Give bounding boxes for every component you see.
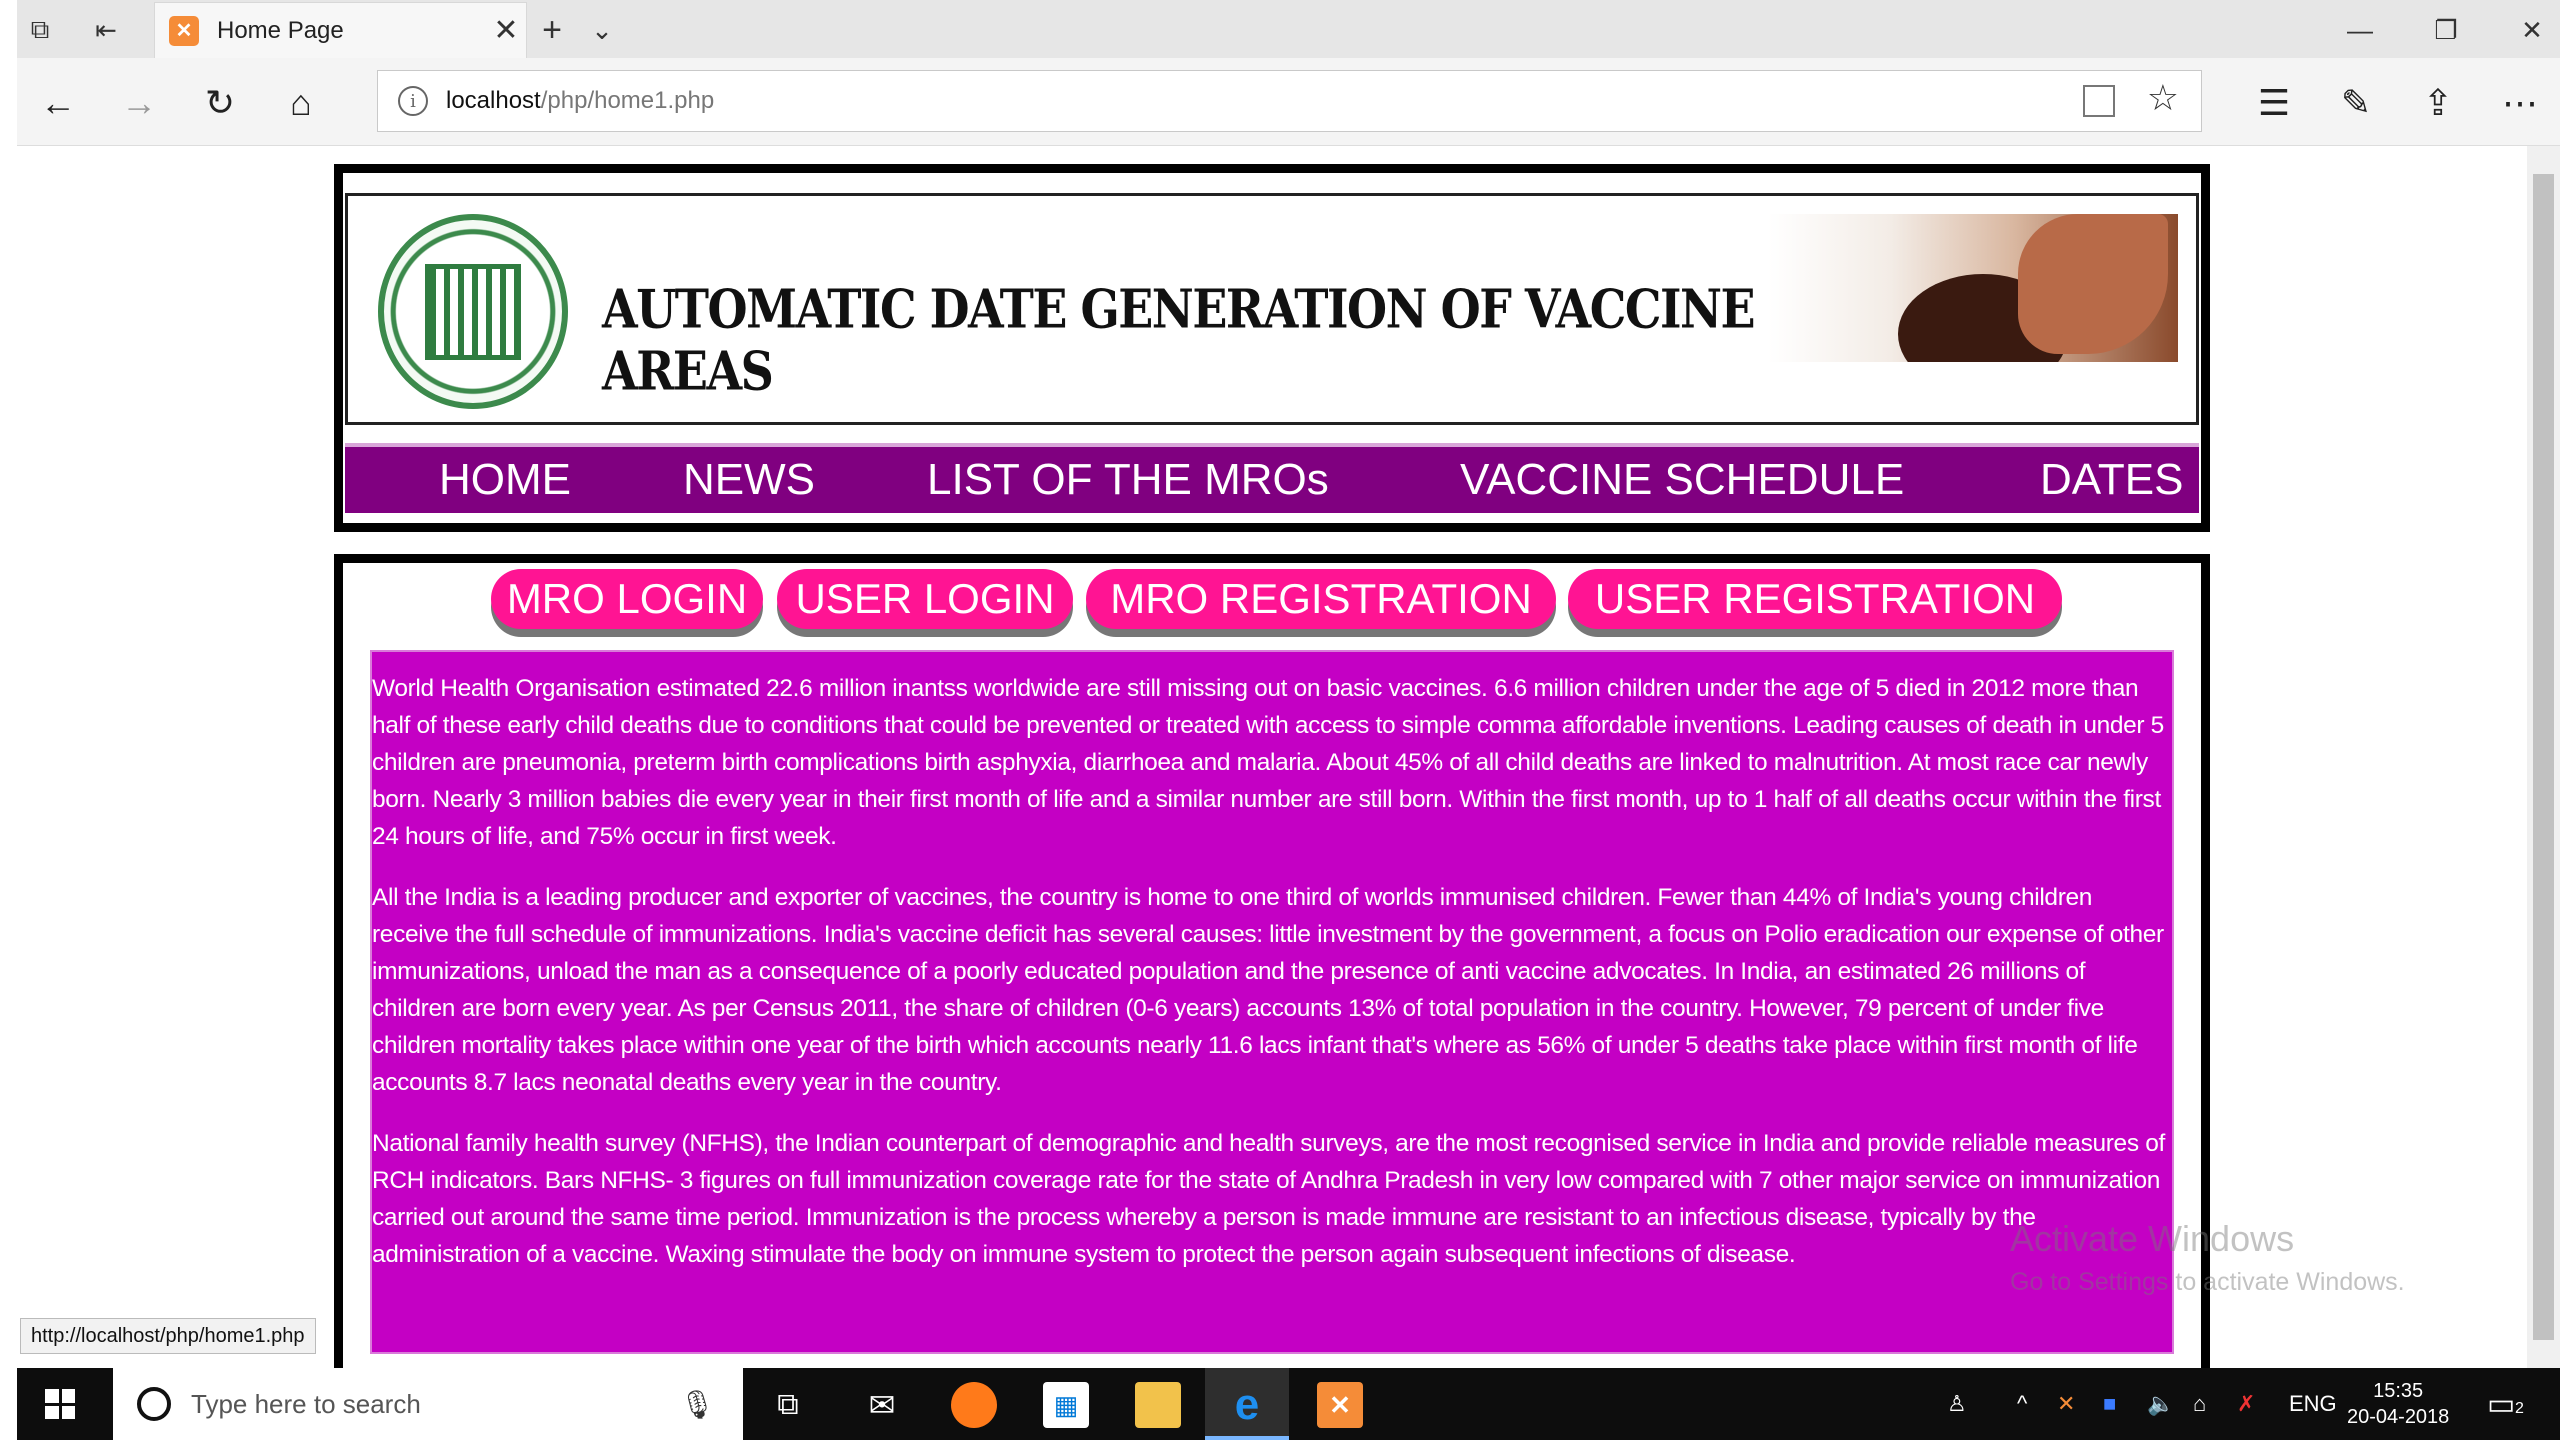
- nav-home[interactable]: HOME: [439, 447, 571, 513]
- notification-count: 2: [2515, 1400, 2524, 1417]
- tab-close-icon[interactable]: ✕: [486, 13, 526, 48]
- nav-dates[interactable]: DATES: [2040, 447, 2183, 513]
- forward-icon[interactable]: →: [112, 76, 166, 130]
- watermark-title: Activate Windows: [2010, 1218, 2295, 1259]
- store-icon[interactable]: ▦: [1043, 1382, 1089, 1428]
- file-explorer-icon[interactable]: [1135, 1382, 1181, 1428]
- tray-app-icon[interactable]: ■: [2103, 1368, 2116, 1440]
- show-hidden-icons-icon[interactable]: ^: [2017, 1368, 2027, 1440]
- taskbar-search[interactable]: Type here to search 🎙: [113, 1368, 743, 1440]
- main-nav: HOME NEWS LIST OF THE MROs VACCINE SCHED…: [345, 443, 2199, 513]
- taskbar: Type here to search 🎙 ⧉ ✉ ▦ e ✕ ♙ ^ ✕ ■ …: [17, 1368, 2560, 1440]
- address-bar[interactable]: i localhost/php/home1.php ☆: [377, 70, 2202, 132]
- status-url: http://localhost/php/home1.php: [20, 1318, 316, 1354]
- search-placeholder: Type here to search: [191, 1388, 421, 1419]
- content-panel: MRO LOGIN USER LOGIN MRO REGISTRATION US…: [334, 554, 2210, 1368]
- tab-actions-icon[interactable]: ⧉: [17, 10, 63, 50]
- favorites-icon[interactable]: ☰: [2247, 76, 2301, 130]
- mro-login-button[interactable]: MRO LOGIN: [491, 569, 763, 629]
- volume-icon[interactable]: 🔈: [2147, 1368, 2174, 1440]
- watermark-subtitle: Go to Settings to activate Windows.: [2010, 1268, 2405, 1296]
- nav-news[interactable]: NEWS: [683, 447, 815, 513]
- hand-image: [2018, 214, 2168, 354]
- xampp-icon: ✕: [169, 15, 199, 46]
- article-text: World Health Organisation estimated 22.6…: [370, 650, 2174, 1354]
- back-icon[interactable]: ←: [31, 76, 85, 130]
- favorite-star-icon[interactable]: ☆: [2147, 77, 2179, 119]
- xampp-tray-icon[interactable]: ✕: [2057, 1368, 2075, 1440]
- user-registration-button[interactable]: USER REGISTRATION: [1568, 569, 2062, 629]
- vaccine-banner-image: [1768, 214, 2178, 362]
- mail-icon[interactable]: ✉: [859, 1382, 905, 1428]
- screen: ⧉ ⇤ ✕ Home Page ✕ + ⌄ — ❐ ✕ ← → ↻ ⌂ i lo…: [0, 0, 2560, 1440]
- microphone-icon[interactable]: 🎙: [679, 1388, 715, 1421]
- activate-windows-watermark: Activate Windows Go to Settings to activ…: [2010, 1218, 2405, 1297]
- tab-home-page[interactable]: ✕ Home Page ✕: [154, 2, 527, 58]
- start-button[interactable]: [17, 1368, 103, 1440]
- nav-vaccine-schedule[interactable]: VACCINE SCHEDULE: [1460, 447, 1904, 513]
- scrollbar-thumb[interactable]: [2533, 174, 2554, 1340]
- chevron-down-icon[interactable]: ⌄: [579, 10, 625, 50]
- paragraph-2: All the India is a leading producer and …: [372, 884, 2164, 1096]
- reading-view-icon[interactable]: [2083, 85, 2115, 117]
- clock[interactable]: 15:35 20-04-2018: [2347, 1378, 2449, 1430]
- address-host: localhost: [446, 87, 541, 114]
- action-center-icon[interactable]: ▭: [2487, 1368, 2515, 1440]
- windows-icon: [45, 1389, 75, 1419]
- browser-tab-bar: ⧉ ⇤ ✕ Home Page ✕ + ⌄ — ❐ ✕: [17, 0, 2560, 58]
- battery-warning-icon[interactable]: ✗: [2237, 1368, 2255, 1440]
- firefox-icon[interactable]: [951, 1382, 997, 1428]
- task-view-icon[interactable]: ⧉: [765, 1382, 811, 1428]
- people-icon[interactable]: ♙: [1947, 1368, 1967, 1440]
- seal-emblem-icon: [425, 263, 521, 360]
- paragraph-3: National family health survey (NFHS), th…: [372, 1130, 2165, 1268]
- clock-time: 15:35: [2373, 1380, 2424, 1402]
- pen-icon[interactable]: ✎: [2329, 76, 2383, 130]
- info-icon[interactable]: i: [398, 86, 428, 116]
- xampp-taskbar-icon[interactable]: ✕: [1317, 1382, 1363, 1428]
- minimize-icon[interactable]: —: [2337, 10, 2383, 50]
- paragraph-1: World Health Organisation estimated 22.6…: [372, 675, 2164, 850]
- tab-title: Home Page: [217, 16, 344, 44]
- set-tabs-aside-icon[interactable]: ⇤: [83, 10, 129, 50]
- vertical-scrollbar[interactable]: [2527, 146, 2560, 1368]
- share-icon[interactable]: ⇪: [2411, 76, 2465, 130]
- language-indicator[interactable]: ENG: [2289, 1368, 2337, 1440]
- refresh-icon[interactable]: ↻: [193, 76, 247, 130]
- cortana-icon: [137, 1387, 171, 1421]
- more-icon[interactable]: ⋯: [2493, 76, 2547, 130]
- mro-registration-button[interactable]: MRO REGISTRATION: [1086, 569, 1556, 629]
- new-tab-icon[interactable]: +: [529, 10, 575, 50]
- banner: AUTOMATIC DATE GENERATION OF VACCINE IN …: [345, 193, 2199, 425]
- government-seal-logo: [378, 214, 568, 409]
- home-icon[interactable]: ⌂: [274, 76, 328, 130]
- address-path: /php/home1.php: [540, 87, 715, 114]
- user-login-button[interactable]: USER LOGIN: [777, 569, 1073, 629]
- clock-date: 20-04-2018: [2347, 1406, 2450, 1428]
- restore-icon[interactable]: ❐: [2423, 10, 2469, 50]
- edge-icon: e: [1234, 1380, 1260, 1429]
- browser-toolbar: ← → ↻ ⌂ i localhost/php/home1.php ☆ ☰ ✎ …: [17, 58, 2560, 146]
- site-header: AUTOMATIC DATE GENERATION OF VACCINE IN …: [334, 164, 2210, 532]
- edge-active-tab[interactable]: e: [1205, 1368, 1289, 1440]
- network-icon[interactable]: ⌂: [2193, 1368, 2206, 1440]
- close-window-icon[interactable]: ✕: [2509, 10, 2555, 50]
- nav-list-of-mros[interactable]: LIST OF THE MROs: [927, 447, 1329, 513]
